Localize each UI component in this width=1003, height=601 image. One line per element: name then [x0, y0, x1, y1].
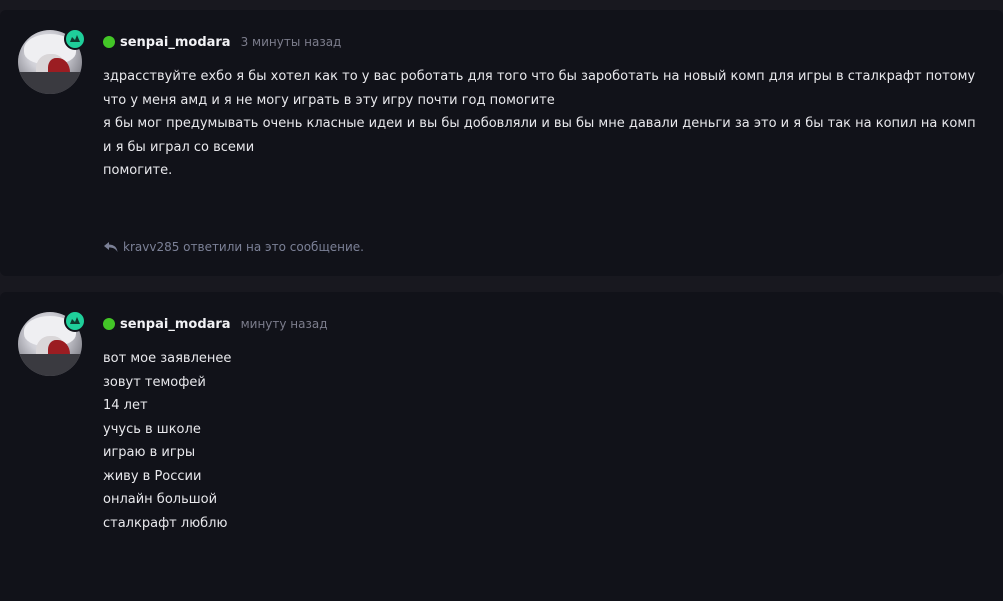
avatar[interactable]	[18, 28, 86, 94]
avatar[interactable]	[18, 310, 86, 376]
timestamp: минуту назад	[240, 317, 328, 331]
online-status-icon	[103, 318, 115, 330]
reply-indicator[interactable]: kravv285 ответили на это сообщение.	[103, 240, 364, 254]
message-line: я бы мог предумывать очень класные идеи …	[103, 116, 976, 155]
message-card: senpai_modara минуту назад вот мое заявл…	[0, 292, 1003, 601]
message-header: senpai_modara 3 минуты назад	[103, 34, 341, 50]
message-body: вот мое заявленее зовут темофей 14 лет у…	[103, 347, 983, 535]
reply-text: kravv285 ответили на это сообщение.	[123, 240, 364, 254]
message-line: 14 лет	[103, 398, 148, 413]
rank-badge-icon	[64, 310, 86, 332]
timestamp: 3 минуты назад	[240, 35, 342, 49]
message-line: онлайн большой	[103, 492, 218, 507]
online-status-icon	[103, 36, 115, 48]
message-card: senpai_modara 3 минуты назад здрасствуйт…	[0, 10, 1003, 276]
message-line: играю в игры	[103, 445, 196, 460]
message-header: senpai_modara минуту назад	[103, 316, 328, 332]
message-line: живу в России	[103, 468, 202, 484]
username[interactable]: senpai_modara	[120, 35, 231, 50]
message-line: сталкрафт люблю	[103, 515, 228, 531]
message-line: зовут темофей	[103, 374, 206, 390]
message-line: вот мое заявленее	[103, 351, 232, 366]
message-line: здрасствуйте ехбо я бы хотел как то у ва…	[103, 69, 976, 108]
rank-badge-icon	[64, 28, 86, 50]
reply-icon	[104, 242, 118, 252]
message-line: учусь в школе	[103, 421, 201, 437]
message-body: здрасствуйте ехбо я бы хотел как то у ва…	[103, 65, 983, 183]
message-line: помогите.	[103, 163, 173, 178]
username[interactable]: senpai_modara	[120, 317, 231, 332]
